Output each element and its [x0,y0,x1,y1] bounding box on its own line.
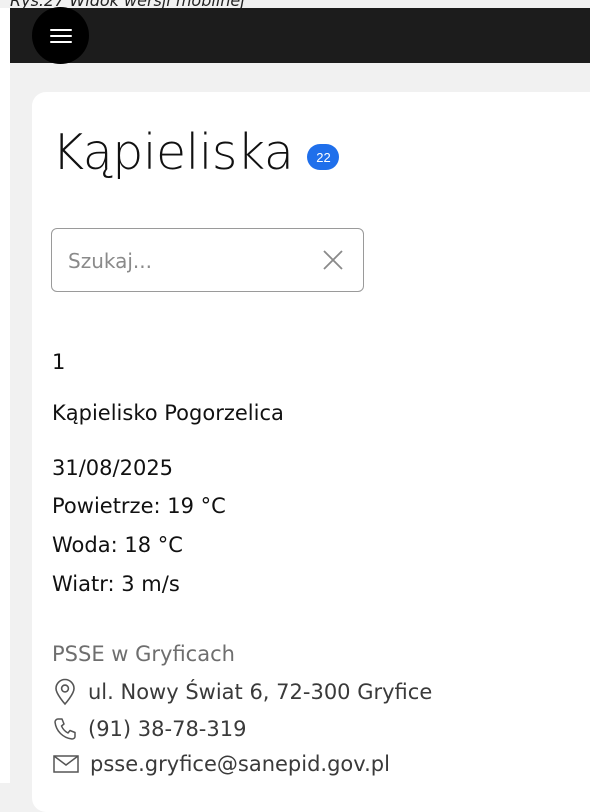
count-badge: 22 [307,144,340,170]
page-title: Kąpieliska [52,124,294,181]
phone-row: (91) 38-78-319 [52,716,246,742]
left-margin [0,8,10,783]
address-text: ul. Nowy Świat 6, 72-300 Gryfice [88,680,433,704]
top-bar [10,8,590,63]
menu-button[interactable] [32,7,89,64]
authority-name: PSSE w Gryficach [52,642,235,666]
page-header: Kąpieliska 22 [52,118,340,188]
mail-icon [53,755,79,773]
hamburger-menu-icon [49,28,72,44]
phone-link[interactable]: (91) 38-78-319 [88,717,246,741]
email-row: psse.gryfice@sanepid.gov.pl [52,752,390,776]
address-row: ul. Nowy Świat 6, 72-300 Gryfice [52,678,432,706]
item-number: 1 [52,350,66,374]
email-link[interactable]: psse.gryfice@sanepid.gov.pl [90,752,390,776]
wind-speed: Wiatr: 3 m/s [52,572,180,596]
water-temperature: Woda: 18 °C [52,533,183,557]
air-temperature: Powietrze: 19 °C [52,494,226,518]
phone-icon [54,718,76,740]
search-box [51,228,364,292]
measurement-date: 31/08/2025 [52,456,174,480]
beach-name[interactable]: Kąpielisko Pogorzelica [52,401,284,425]
close-icon[interactable] [321,248,345,272]
location-pin-icon [55,678,75,706]
search-input[interactable] [66,243,300,279]
